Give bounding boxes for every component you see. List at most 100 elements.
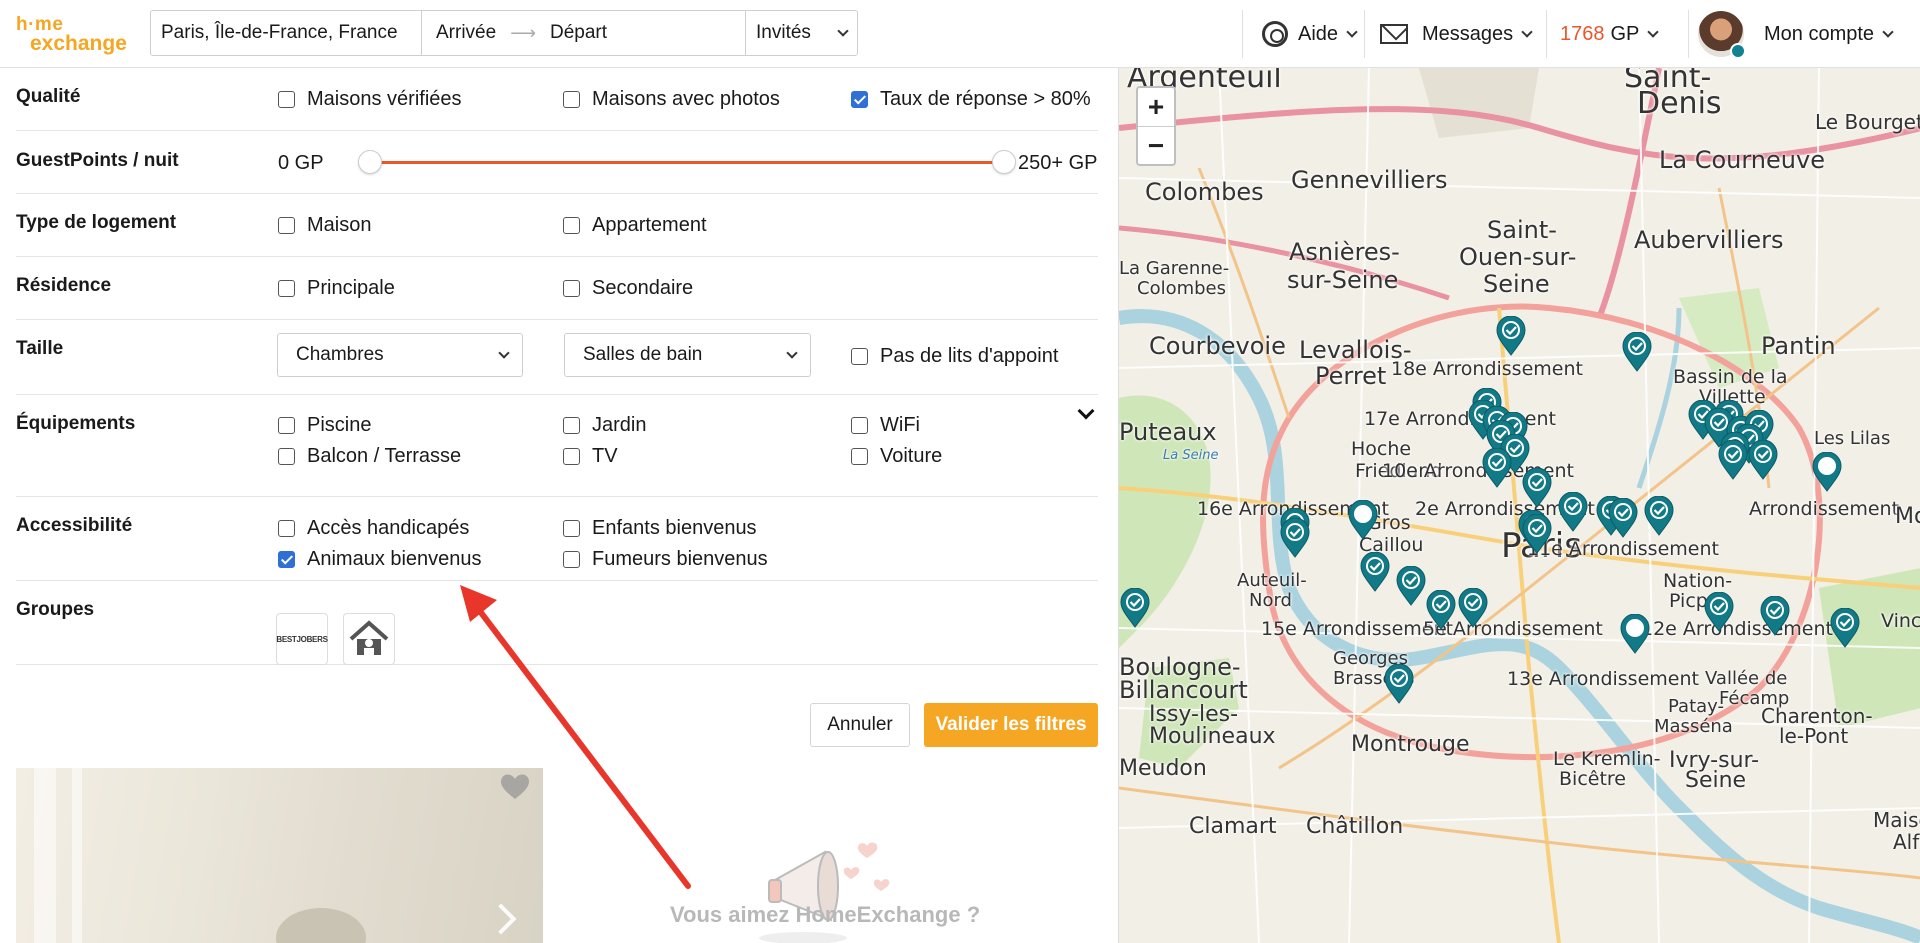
account-label: Mon compte: [1764, 22, 1875, 45]
gp-slider-max-handle[interactable]: [992, 150, 1016, 174]
heart-icon[interactable]: [500, 773, 530, 801]
listing-photo[interactable]: [16, 768, 543, 943]
bedrooms-select[interactable]: Chambres: [277, 333, 523, 377]
guests-select[interactable]: Invités: [746, 11, 857, 55]
checkbox[interactable]: [278, 417, 295, 434]
checkbox-garden[interactable]: Jardin: [563, 414, 646, 437]
map-marker-pin[interactable]: [1457, 587, 1489, 628]
apply-filters-button[interactable]: Valider les filtres: [924, 703, 1098, 747]
chevron-down-icon: [1882, 26, 1894, 38]
checkbox[interactable]: [851, 448, 868, 465]
select-value: Salles de bain: [583, 344, 703, 365]
checkbox[interactable]: [563, 448, 580, 465]
map-marker-pin[interactable]: [1811, 451, 1843, 492]
checkbox-label: Secondaire: [592, 277, 694, 299]
map-marker-pin[interactable]: [1383, 663, 1415, 704]
map-marker-pin[interactable]: [1607, 497, 1639, 538]
map-marker-pin[interactable]: [1557, 491, 1589, 532]
map-place-label: le-Pont: [1779, 724, 1849, 748]
checkbox-smokers-welcome[interactable]: Fumeurs bienvenus: [563, 548, 768, 571]
gp-slider-min-handle[interactable]: [358, 150, 382, 174]
checkbox-pool[interactable]: Piscine: [278, 414, 371, 437]
map-marker-pin[interactable]: [1521, 513, 1553, 554]
zoom-out-button[interactable]: −: [1138, 126, 1174, 164]
map-marker-pin[interactable]: [1643, 495, 1675, 536]
checkbox-no-extra-beds[interactable]: Pas de lits d'appoint: [851, 345, 1058, 368]
map-marker-pin[interactable]: [1521, 467, 1553, 508]
logo-text-bottom: exchange: [30, 32, 127, 55]
map-marker-pin[interactable]: [1425, 589, 1457, 630]
group-house-logo[interactable]: [343, 613, 395, 665]
checkbox[interactable]: [278, 217, 295, 234]
chevron-down-icon: [837, 25, 849, 37]
gp-balance: 1768: [1560, 22, 1605, 45]
checkbox[interactable]: [851, 348, 868, 365]
checkbox-car[interactable]: Voiture: [851, 445, 942, 468]
map-place-label: 12e Arrondissement: [1641, 618, 1833, 640]
chevron-down-icon: [786, 347, 798, 359]
map-marker-pin[interactable]: [1359, 551, 1391, 592]
map-marker-pin[interactable]: [1395, 565, 1427, 606]
map-place-label: Masséna: [1654, 716, 1733, 737]
map-place-label: Vallée de: [1705, 668, 1788, 689]
map-marker-pin[interactable]: [1703, 591, 1735, 632]
checkbox-primary[interactable]: Principale: [278, 277, 395, 300]
bathrooms-select[interactable]: Salles de bain: [564, 333, 811, 377]
guestpoints-menu[interactable]: 1768 GP: [1546, 0, 1660, 68]
map-marker-pin[interactable]: [1495, 315, 1527, 356]
checkbox-house[interactable]: Maison: [278, 214, 371, 237]
checkbox[interactable]: [563, 520, 580, 537]
checkbox[interactable]: [563, 417, 580, 434]
messages-label: Messages: [1422, 22, 1514, 45]
slider-min-label: 0 GP: [278, 152, 324, 174]
map-marker-pin[interactable]: [1747, 439, 1779, 480]
guests-label: Invités: [756, 22, 811, 43]
filter-row-home-type: Type de logement Maison Appartement: [16, 194, 1098, 257]
checkbox-label: Jardin: [592, 414, 647, 436]
map-marker-pin[interactable]: [1621, 331, 1653, 372]
homeexchange-logo[interactable]: h·me exchange: [16, 12, 134, 56]
promo-title: Vous aimez HomeExchange ?: [670, 902, 981, 927]
help-menu[interactable]: Aide: [1242, 0, 1358, 68]
checkbox-secondary[interactable]: Secondaire: [563, 277, 693, 300]
checkbox-balcony[interactable]: Balcon / Terrasse: [278, 445, 461, 468]
cancel-button[interactable]: Annuler: [810, 703, 910, 747]
map-marker-pin[interactable]: [1347, 499, 1379, 540]
map-place-label: 18e Arrondissement: [1391, 358, 1583, 380]
map-marker-pin[interactable]: [1759, 595, 1791, 636]
messages-menu[interactable]: Messages: [1364, 0, 1533, 68]
checkbox[interactable]: [278, 280, 295, 297]
filter-label: Résidence: [16, 275, 112, 296]
checkbox[interactable]: [278, 448, 295, 465]
account-menu[interactable]: Mon compte: [1688, 0, 1894, 68]
checkbox[interactable]: [278, 520, 295, 537]
checkbox-pets-welcome[interactable]: Animaux bienvenus: [278, 548, 482, 571]
group-bestjobers-logo[interactable]: BESTJOBERS: [276, 613, 328, 665]
checkbox-disabled-access[interactable]: Accès handicapés: [278, 517, 469, 540]
checkbox-children-welcome[interactable]: Enfants bienvenus: [563, 517, 757, 540]
map-place-label: Asnières-: [1289, 238, 1400, 266]
destination-field[interactable]: Paris, Île-de-France, France: [151, 11, 422, 55]
help-label: Aide: [1298, 22, 1339, 45]
map-marker-pin[interactable]: [1717, 439, 1749, 480]
verified-badge-icon: [1730, 43, 1746, 59]
map-marker-pin[interactable]: [1619, 613, 1651, 654]
dates-field[interactable]: Arrivée ⟶ Départ: [422, 11, 746, 55]
search-bar: Paris, Île-de-France, France Arrivée ⟶ D…: [150, 10, 858, 56]
map-marker-pin[interactable]: [1119, 587, 1151, 628]
checkbox-checked[interactable]: [278, 551, 295, 568]
map-marker-pin[interactable]: [1829, 607, 1861, 648]
checkbox[interactable]: [563, 217, 580, 234]
checkbox[interactable]: [851, 417, 868, 434]
gp-slider-track[interactable]: [370, 161, 1006, 164]
checkbox-wifi[interactable]: WiFi: [851, 414, 920, 437]
map-marker-pin[interactable]: [1481, 447, 1513, 488]
checkbox-tv[interactable]: TV: [563, 445, 618, 468]
checkbox[interactable]: [563, 280, 580, 297]
checkbox-label: Balcon / Terrasse: [307, 445, 462, 467]
zoom-in-button[interactable]: +: [1138, 88, 1174, 126]
map-view[interactable]: Argenteuil Saint- Denis Le Bourget Colombes G…: [1118, 68, 1920, 943]
checkbox[interactable]: [563, 551, 580, 568]
map-marker-pin[interactable]: [1279, 517, 1311, 558]
checkbox-apartment[interactable]: Appartement: [563, 214, 707, 237]
